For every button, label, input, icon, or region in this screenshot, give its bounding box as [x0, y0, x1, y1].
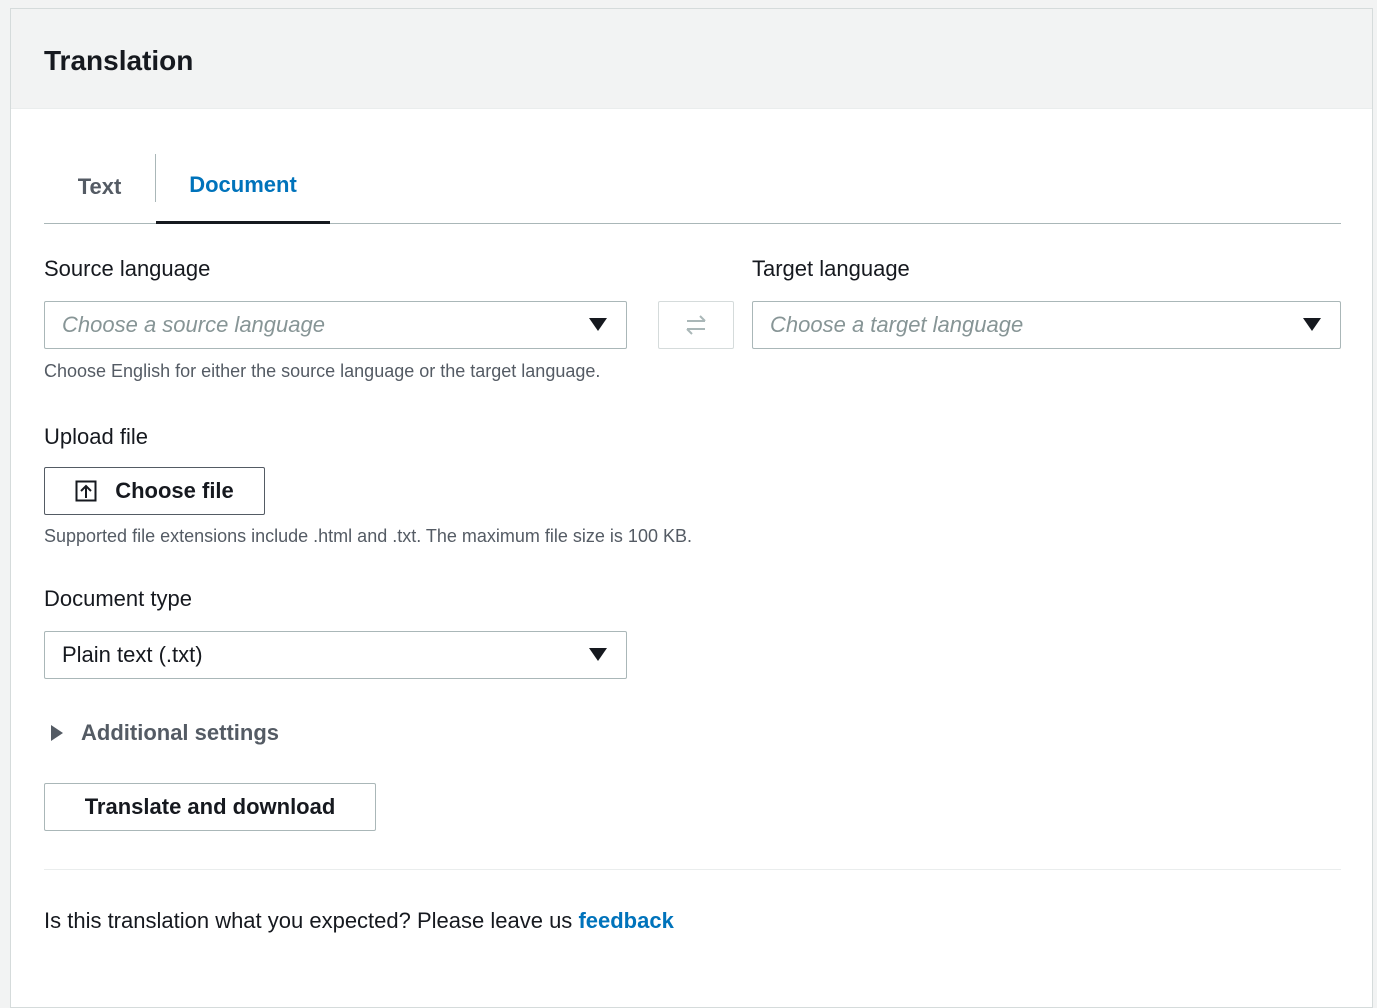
swap-languages-button[interactable] [658, 301, 734, 349]
feedback-link[interactable]: feedback [578, 908, 673, 933]
panel-title: Translation [44, 45, 194, 76]
tab-bar: Text Document [44, 149, 1341, 224]
caret-down-icon [589, 648, 607, 661]
upload-file-hint: Supported file extensions include .html … [44, 526, 692, 546]
upload-file-label: Upload file [44, 424, 148, 449]
target-language-placeholder: Choose a target language [770, 312, 1024, 337]
translation-panel: Translation Text Document Source languag… [10, 8, 1373, 1008]
source-language-hint: Choose English for either the source lan… [44, 361, 601, 381]
target-language-select[interactable]: Choose a target language [752, 301, 1341, 349]
document-type-value: Plain text (.txt) [62, 642, 203, 667]
source-language-label: Source language [44, 256, 211, 281]
panel-header: Translation [11, 9, 1372, 109]
document-type-select[interactable]: Plain text (.txt) [44, 631, 627, 679]
caret-right-icon [51, 725, 63, 741]
source-language-select[interactable]: Choose a source language [44, 301, 627, 349]
target-language-label: Target language [752, 256, 910, 281]
document-type-label: Document type [44, 586, 192, 611]
choose-file-label: Choose file [115, 478, 234, 503]
additional-settings-toggle[interactable]: Additional settings [51, 720, 279, 746]
section-divider [44, 869, 1341, 870]
choose-file-button[interactable]: Choose file [44, 467, 265, 515]
caret-down-icon [589, 318, 607, 331]
source-language-placeholder: Choose a source language [62, 312, 325, 337]
upload-icon [75, 480, 97, 502]
tab-document[interactable]: Document [156, 149, 330, 224]
additional-settings-label: Additional settings [81, 720, 279, 745]
tab-text[interactable]: Text [44, 149, 155, 224]
feedback-text: Is this translation what you expected? P… [44, 908, 674, 934]
swap-arrows-icon [686, 315, 706, 335]
caret-down-icon [1303, 318, 1321, 331]
feedback-prompt: Is this translation what you expected? P… [44, 908, 579, 933]
translate-and-download-button[interactable]: Translate and download [44, 783, 376, 831]
